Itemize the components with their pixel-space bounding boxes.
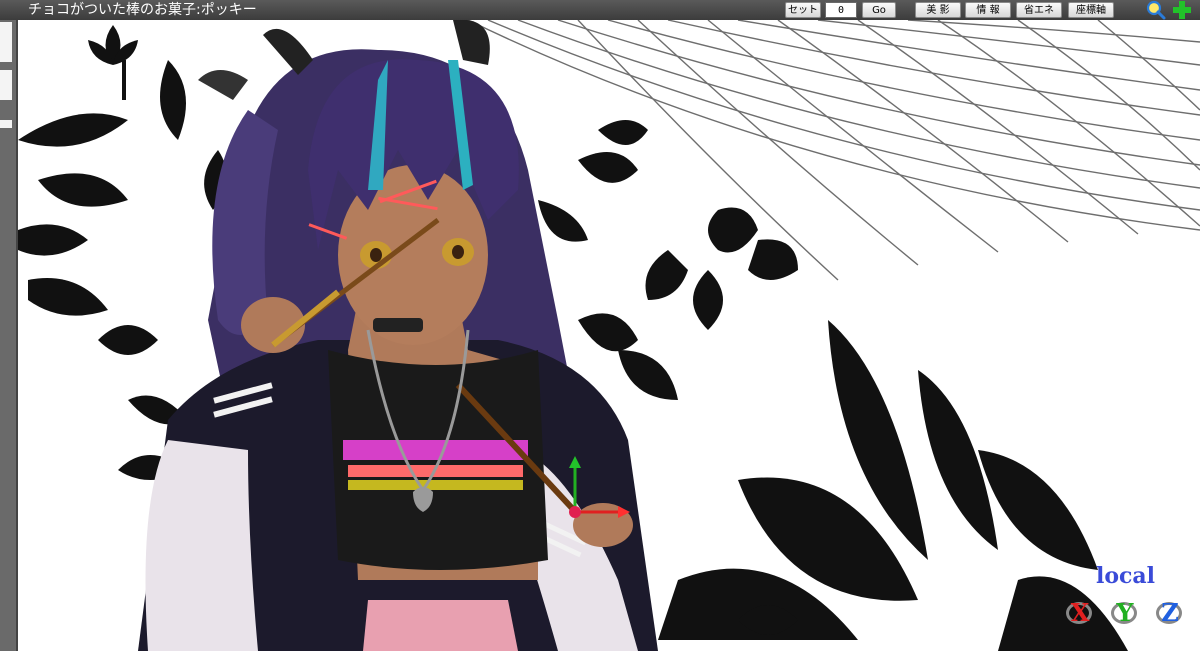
left-panel-strip	[0, 20, 18, 651]
move-cross-icon[interactable]	[1172, 0, 1192, 20]
go-button[interactable]: Go	[862, 2, 896, 18]
x-axis-icon[interactable]: X	[1064, 598, 1096, 628]
3d-viewport[interactable]: local X Y Z	[18, 20, 1200, 651]
y-axis-icon[interactable]: Y	[1109, 598, 1141, 628]
info-button[interactable]: 情 報	[965, 2, 1011, 18]
local-mode-label[interactable]: local	[1096, 563, 1155, 589]
energy-save-button[interactable]: 省エネ	[1016, 2, 1062, 18]
shadow-button[interactable]: 美 影	[915, 2, 961, 18]
axis-button[interactable]: 座標軸	[1068, 2, 1114, 18]
magnifier-icon[interactable]	[1146, 0, 1166, 20]
title-bar: チョコがついた棒のお菓子:ポッキー セット Go 美 影 情 報 省エネ 座標軸	[0, 0, 1200, 21]
scene-render	[18, 20, 1200, 651]
frame-input[interactable]	[825, 2, 857, 18]
z-axis-icon[interactable]: Z	[1154, 598, 1186, 628]
window-title: チョコがついた棒のお菓子:ポッキー	[28, 2, 257, 18]
set-button[interactable]: セット	[785, 2, 821, 18]
